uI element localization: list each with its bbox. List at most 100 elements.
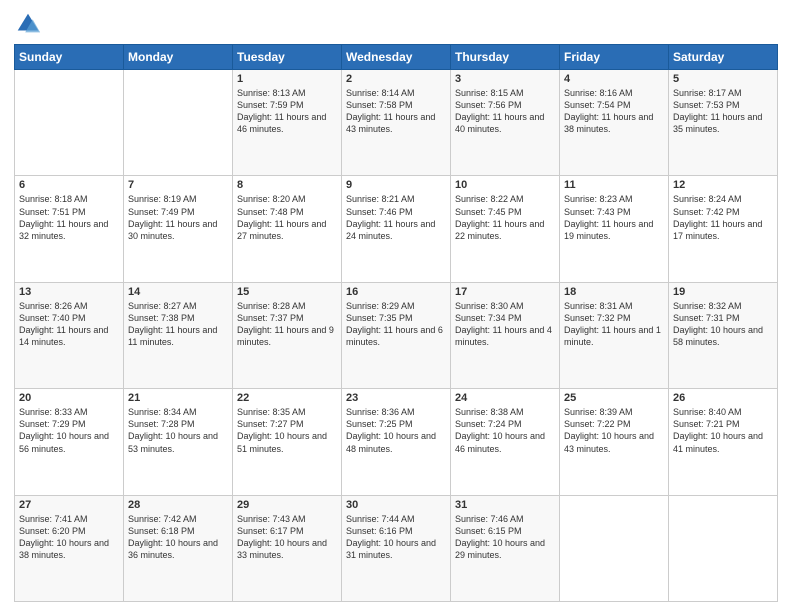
calendar-cell: 31 Sunrise: 7:46 AM Sunset: 6:15 PM Dayli… xyxy=(451,495,560,601)
calendar-cell: 21 Sunrise: 8:34 AM Sunset: 7:28 PM Dayli… xyxy=(124,389,233,495)
day-number: 14 xyxy=(128,286,228,298)
calendar-cell: 14 Sunrise: 8:27 AM Sunset: 7:38 PM Dayli… xyxy=(124,282,233,388)
calendar-cell: 16Sunrise: 8:29 AM Sunset: 7:35 PM Dayli… xyxy=(342,282,451,388)
day-number: 13 xyxy=(19,286,119,298)
day-info: Sunrise: 8:32 AM Sunset: 7:31 PM Dayligh… xyxy=(673,300,773,349)
day-info: Sunrise: 8:27 AM Sunset: 7:38 PM Dayligh… xyxy=(128,300,228,349)
day-info: Sunrise: 8:34 AM Sunset: 7:28 PM Dayligh… xyxy=(128,406,228,455)
day-number: 22 xyxy=(237,392,337,404)
calendar-cell: 26Sunrise: 8:40 AM Sunset: 7:21 PM Dayli… xyxy=(669,389,778,495)
day-number: 5 xyxy=(673,73,773,85)
day-number: 18 xyxy=(564,286,664,298)
calendar-cell: 24 Sunrise: 8:38 AM Sunset: 7:24 PM Dayli… xyxy=(451,389,560,495)
calendar-cell: 11 Sunrise: 8:23 AM Sunset: 7:43 PM Dayli… xyxy=(560,176,669,282)
day-number: 2 xyxy=(346,73,446,85)
weekday-header-thursday: Thursday xyxy=(451,45,560,70)
calendar-cell xyxy=(124,70,233,176)
logo xyxy=(14,10,46,38)
calendar-cell: 18 Sunrise: 8:31 AM Sunset: 7:32 PM Dayli… xyxy=(560,282,669,388)
calendar-cell: 25Sunrise: 8:39 AM Sunset: 7:22 PM Dayli… xyxy=(560,389,669,495)
calendar-table: SundayMondayTuesdayWednesdayThursdayFrid… xyxy=(14,44,778,602)
day-number: 8 xyxy=(237,179,337,191)
day-info: Sunrise: 8:21 AM Sunset: 7:46 PM Dayligh… xyxy=(346,193,446,242)
weekday-header-row: SundayMondayTuesdayWednesdayThursdayFrid… xyxy=(15,45,778,70)
day-number: 28 xyxy=(128,499,228,511)
calendar-cell: 1Sunrise: 8:13 AM Sunset: 7:59 PM Daylig… xyxy=(233,70,342,176)
calendar-cell: 4Sunrise: 8:16 AM Sunset: 7:54 PM Daylig… xyxy=(560,70,669,176)
day-number: 25 xyxy=(564,392,664,404)
calendar-cell: 9 Sunrise: 8:21 AM Sunset: 7:46 PM Daylig… xyxy=(342,176,451,282)
day-info: Sunrise: 7:44 AM Sunset: 6:16 PM Dayligh… xyxy=(346,513,446,562)
calendar-cell: 7 Sunrise: 8:19 AM Sunset: 7:49 PM Daylig… xyxy=(124,176,233,282)
calendar-cell: 27 Sunrise: 7:41 AM Sunset: 6:20 PM Dayli… xyxy=(15,495,124,601)
calendar-cell: 23 Sunrise: 8:36 AM Sunset: 7:25 PM Dayli… xyxy=(342,389,451,495)
day-info: Sunrise: 8:19 AM Sunset: 7:49 PM Dayligh… xyxy=(128,193,228,242)
day-info: Sunrise: 7:46 AM Sunset: 6:15 PM Dayligh… xyxy=(455,513,555,562)
weekday-header-sunday: Sunday xyxy=(15,45,124,70)
week-row-1: 1Sunrise: 8:13 AM Sunset: 7:59 PM Daylig… xyxy=(15,70,778,176)
day-info: Sunrise: 8:22 AM Sunset: 7:45 PM Dayligh… xyxy=(455,193,555,242)
day-info: Sunrise: 8:26 AM Sunset: 7:40 PM Dayligh… xyxy=(19,300,119,349)
calendar-cell: 10 Sunrise: 8:22 AM Sunset: 7:45 PM Dayli… xyxy=(451,176,560,282)
day-info: Sunrise: 8:38 AM Sunset: 7:24 PM Dayligh… xyxy=(455,406,555,455)
day-number: 9 xyxy=(346,179,446,191)
day-number: 3 xyxy=(455,73,555,85)
logo-icon xyxy=(14,10,42,38)
calendar-cell xyxy=(560,495,669,601)
day-number: 24 xyxy=(455,392,555,404)
weekday-header-monday: Monday xyxy=(124,45,233,70)
calendar-cell: 30 Sunrise: 7:44 AM Sunset: 6:16 PM Dayli… xyxy=(342,495,451,601)
week-row-4: 20Sunrise: 8:33 AM Sunset: 7:29 PM Dayli… xyxy=(15,389,778,495)
calendar-cell: 28 Sunrise: 7:42 AM Sunset: 6:18 PM Dayli… xyxy=(124,495,233,601)
weekday-header-friday: Friday xyxy=(560,45,669,70)
day-number: 21 xyxy=(128,392,228,404)
day-info: Sunrise: 8:29 AM Sunset: 7:35 PM Dayligh… xyxy=(346,300,446,349)
day-number: 23 xyxy=(346,392,446,404)
weekday-header-saturday: Saturday xyxy=(669,45,778,70)
day-info: Sunrise: 7:41 AM Sunset: 6:20 PM Dayligh… xyxy=(19,513,119,562)
calendar-cell: 3 Sunrise: 8:15 AM Sunset: 7:56 PM Daylig… xyxy=(451,70,560,176)
weekday-header-tuesday: Tuesday xyxy=(233,45,342,70)
day-number: 6 xyxy=(19,179,119,191)
day-number: 12 xyxy=(673,179,773,191)
day-info: Sunrise: 8:24 AM Sunset: 7:42 PM Dayligh… xyxy=(673,193,773,242)
calendar-cell xyxy=(669,495,778,601)
calendar-cell: 19 Sunrise: 8:32 AM Sunset: 7:31 PM Dayli… xyxy=(669,282,778,388)
day-number: 26 xyxy=(673,392,773,404)
week-row-2: 6 Sunrise: 8:18 AM Sunset: 7:51 PM Daylig… xyxy=(15,176,778,282)
calendar-cell xyxy=(15,70,124,176)
day-number: 11 xyxy=(564,179,664,191)
calendar-cell: 13 Sunrise: 8:26 AM Sunset: 7:40 PM Dayli… xyxy=(15,282,124,388)
day-number: 1 xyxy=(237,73,337,85)
week-row-3: 13 Sunrise: 8:26 AM Sunset: 7:40 PM Dayli… xyxy=(15,282,778,388)
calendar-cell: 22Sunrise: 8:35 AM Sunset: 7:27 PM Dayli… xyxy=(233,389,342,495)
day-number: 15 xyxy=(237,286,337,298)
weekday-header-wednesday: Wednesday xyxy=(342,45,451,70)
calendar-cell: 20Sunrise: 8:33 AM Sunset: 7:29 PM Dayli… xyxy=(15,389,124,495)
day-info: Sunrise: 8:16 AM Sunset: 7:54 PM Dayligh… xyxy=(564,87,664,136)
day-number: 17 xyxy=(455,286,555,298)
header xyxy=(14,10,778,38)
day-info: Sunrise: 8:15 AM Sunset: 7:56 PM Dayligh… xyxy=(455,87,555,136)
day-info: Sunrise: 8:20 AM Sunset: 7:48 PM Dayligh… xyxy=(237,193,337,242)
day-number: 31 xyxy=(455,499,555,511)
day-number: 19 xyxy=(673,286,773,298)
day-info: Sunrise: 8:33 AM Sunset: 7:29 PM Dayligh… xyxy=(19,406,119,455)
day-number: 30 xyxy=(346,499,446,511)
calendar-cell: 17Sunrise: 8:30 AM Sunset: 7:34 PM Dayli… xyxy=(451,282,560,388)
calendar-cell: 8 Sunrise: 8:20 AM Sunset: 7:48 PM Daylig… xyxy=(233,176,342,282)
calendar-cell: 5 Sunrise: 8:17 AM Sunset: 7:53 PM Daylig… xyxy=(669,70,778,176)
day-number: 27 xyxy=(19,499,119,511)
day-info: Sunrise: 7:42 AM Sunset: 6:18 PM Dayligh… xyxy=(128,513,228,562)
page: SundayMondayTuesdayWednesdayThursdayFrid… xyxy=(0,0,792,612)
day-info: Sunrise: 8:31 AM Sunset: 7:32 PM Dayligh… xyxy=(564,300,664,349)
day-info: Sunrise: 8:23 AM Sunset: 7:43 PM Dayligh… xyxy=(564,193,664,242)
day-info: Sunrise: 8:17 AM Sunset: 7:53 PM Dayligh… xyxy=(673,87,773,136)
day-number: 10 xyxy=(455,179,555,191)
calendar-cell: 12 Sunrise: 8:24 AM Sunset: 7:42 PM Dayli… xyxy=(669,176,778,282)
day-number: 7 xyxy=(128,179,228,191)
day-info: Sunrise: 7:43 AM Sunset: 6:17 PM Dayligh… xyxy=(237,513,337,562)
day-info: Sunrise: 8:36 AM Sunset: 7:25 PM Dayligh… xyxy=(346,406,446,455)
day-info: Sunrise: 8:18 AM Sunset: 7:51 PM Dayligh… xyxy=(19,193,119,242)
calendar-cell: 29Sunrise: 7:43 AM Sunset: 6:17 PM Dayli… xyxy=(233,495,342,601)
